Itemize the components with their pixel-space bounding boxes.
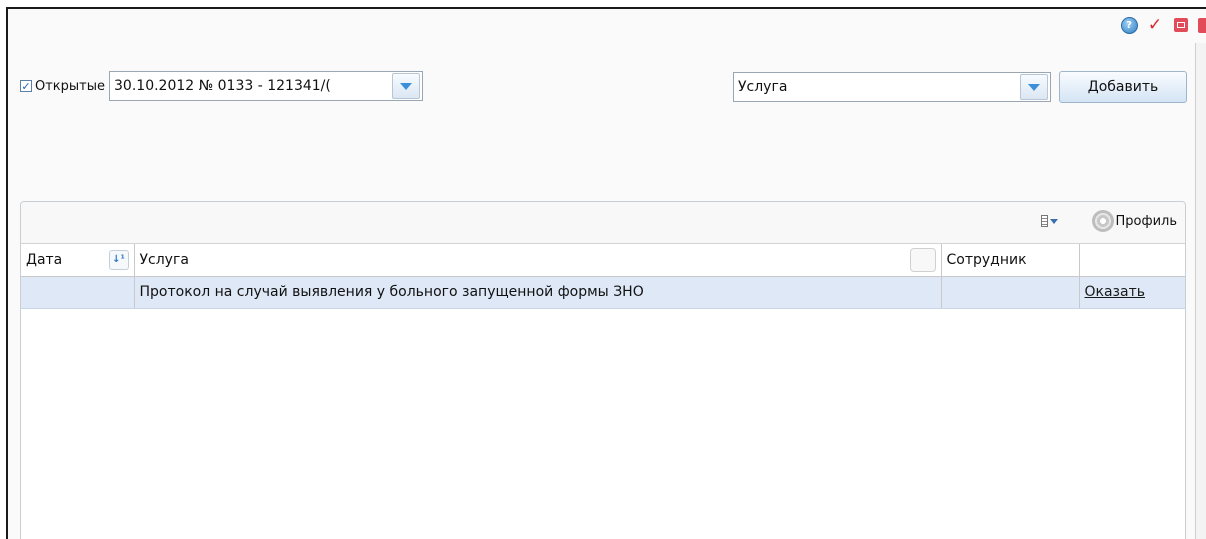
chevron-down-icon bbox=[1050, 218, 1058, 224]
cell-employee bbox=[941, 276, 1080, 309]
columns-menu[interactable] bbox=[1041, 215, 1058, 227]
gear-icon bbox=[1092, 210, 1115, 232]
sort-icon[interactable]: ↓¹ bbox=[108, 249, 129, 270]
cell-date bbox=[21, 276, 135, 309]
table-header: Дата ↓¹ Услуга Сотрудник bbox=[21, 244, 1185, 277]
column-header-action bbox=[1079, 244, 1185, 277]
service-add-bar: Услуга Добавить bbox=[733, 71, 1187, 103]
dropdown-arrow-icon[interactable] bbox=[1020, 74, 1048, 100]
columns-icon bbox=[1041, 215, 1048, 227]
table-row[interactable]: Протокол на случай выявления у больного … bbox=[21, 276, 1185, 309]
add-button[interactable]: Добавить bbox=[1059, 71, 1187, 103]
grid-toolbar: Профиль bbox=[21, 202, 1185, 244]
case-select-value: 30.10.2012 № 0133 - 121341/( bbox=[114, 78, 331, 94]
cell-action: Оказать bbox=[1079, 276, 1185, 309]
close-icon[interactable] bbox=[1198, 16, 1206, 34]
profile-button[interactable]: Профиль bbox=[1092, 210, 1177, 232]
provide-link[interactable]: Оказать bbox=[1085, 284, 1145, 300]
checkmark-icon[interactable]: ✓ bbox=[1146, 16, 1164, 34]
case-select[interactable]: 30.10.2012 № 0133 - 121341/( bbox=[109, 71, 424, 101]
service-select[interactable]: Услуга bbox=[733, 72, 1051, 102]
app-window: ? ✓ ✓ Открытые 30.10.2012 № 0133 - 12134… bbox=[6, 7, 1206, 539]
services-table: Дата ↓¹ Услуга Сотрудник Протокол на слу… bbox=[21, 244, 1185, 309]
column-header-service[interactable]: Услуга bbox=[134, 244, 942, 277]
case-filter: ✓ Открытые 30.10.2012 № 0133 - 121341/( bbox=[20, 71, 424, 101]
scrollbar[interactable] bbox=[1195, 43, 1206, 539]
open-checkbox[interactable]: ✓ bbox=[20, 80, 32, 92]
minimize-icon[interactable] bbox=[1172, 16, 1190, 34]
window-controls: ? ✓ bbox=[1120, 13, 1206, 37]
column-header-employee[interactable]: Сотрудник bbox=[941, 244, 1080, 277]
dropdown-arrow-icon[interactable] bbox=[392, 73, 421, 99]
service-select-value: Услуга bbox=[738, 79, 788, 95]
column-header-date[interactable]: Дата ↓¹ bbox=[21, 244, 135, 277]
profile-label: Профиль bbox=[1115, 213, 1177, 229]
cell-service: Протокол на случай выявления у больного … bbox=[134, 276, 942, 309]
column-menu-button[interactable] bbox=[909, 247, 936, 272]
help-icon[interactable]: ? bbox=[1120, 16, 1138, 34]
open-checkbox-label: Открытые bbox=[35, 78, 106, 94]
services-grid-panel: Профиль Дата ↓¹ Услуга Сотрудник Протоко… bbox=[20, 201, 1186, 539]
